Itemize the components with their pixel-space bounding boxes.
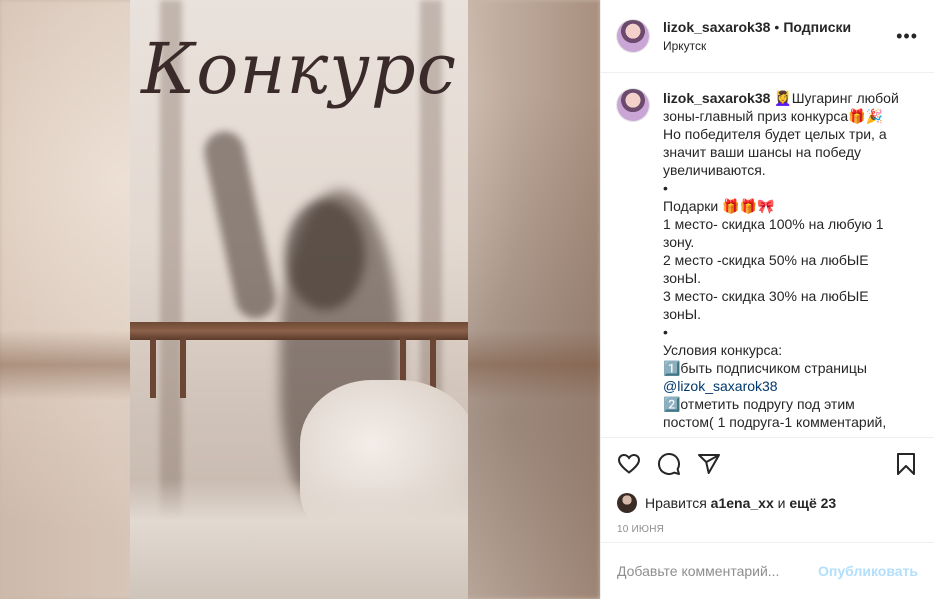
author-info: lizok_saxarok38 • Подписки Иркутск — [663, 19, 896, 53]
separator-dot: • — [774, 19, 780, 35]
caption-text: lizok_saxarok38 💆‍♀️Шугаринг любой зоны-… — [663, 89, 903, 437]
likes-prefix: Нравится — [645, 495, 707, 511]
author-username[interactable]: lizok_saxarok38 — [663, 19, 770, 35]
caption-line: Условия конкурса: — [663, 342, 783, 358]
likes-and: и — [777, 495, 786, 511]
ellipsis-icon[interactable]: ••• — [896, 26, 918, 47]
caption-line: • — [663, 324, 668, 340]
caption-line: 1 место- скидка 100% на любую 1 зону. — [663, 216, 884, 250]
caption-line: 1️⃣быть подписчиком страницы — [663, 360, 867, 376]
post-actions — [601, 438, 934, 490]
send-icon[interactable] — [697, 452, 721, 476]
author-line: lizok_saxarok38 • Подписки — [663, 19, 896, 35]
post-media[interactable]: Конкурс — [0, 0, 600, 599]
caption-line: Но победителя будет целых три, а значит … — [663, 126, 887, 178]
bookmark-icon[interactable] — [894, 452, 918, 476]
caption-line: • — [663, 180, 668, 196]
comment-form: Добавьте комментарий... Опубликовать — [601, 542, 934, 599]
post-image: Конкурс — [130, 0, 468, 599]
caption-username[interactable]: lizok_saxarok38 — [663, 90, 770, 106]
caption-line: 3 место- скидка 30% на любЫЕ зонЫ. — [663, 288, 869, 322]
bed-slat — [150, 338, 156, 398]
post-header: lizok_saxarok38 • Подписки Иркутск ••• — [601, 0, 934, 73]
head-shadow — [285, 200, 365, 310]
heart-icon[interactable] — [617, 452, 641, 476]
liker-username[interactable]: a1ena_xx — [711, 495, 774, 511]
caption-author-avatar[interactable] — [617, 89, 649, 121]
caption-line: 2 место -скидка 50% на любЫЕ зонЫ. — [663, 252, 869, 286]
post-location[interactable]: Иркутск — [663, 39, 896, 53]
poster-title: Конкурс — [141, 28, 457, 110]
author-avatar[interactable] — [617, 20, 649, 52]
likes-count[interactable]: ещё 23 — [789, 495, 836, 511]
liker-avatar[interactable] — [617, 493, 637, 513]
caption-line: Подарки 🎁🎁🎀 — [663, 198, 775, 214]
post-date[interactable]: 10 ИЮНЯ — [601, 516, 934, 542]
comment-icon[interactable] — [657, 452, 681, 476]
publish-button[interactable]: Опубликовать — [818, 563, 918, 579]
bed-sheet — [130, 479, 468, 599]
instagram-post-modal: Конкурс lizok_saxarok38 • Подписки Иркут… — [0, 0, 934, 599]
bed-slat — [180, 338, 186, 398]
caption-mention-link[interactable]: @lizok_saxarok38 — [663, 378, 778, 394]
likes-summary[interactable]: Нравится a1ena_xx и ещё 23 — [601, 490, 934, 516]
comment-input[interactable]: Добавьте комментарий... — [617, 563, 818, 579]
post-side-panel: lizok_saxarok38 • Подписки Иркутск ••• l… — [600, 0, 934, 599]
caption-line: 2️⃣отметить подругу под этим постом( 1 п… — [663, 396, 887, 430]
post-caption: lizok_saxarok38 💆‍♀️Шугаринг любой зоны-… — [601, 73, 934, 438]
following-button[interactable]: Подписки — [783, 19, 851, 35]
arm-shadow — [200, 127, 280, 323]
